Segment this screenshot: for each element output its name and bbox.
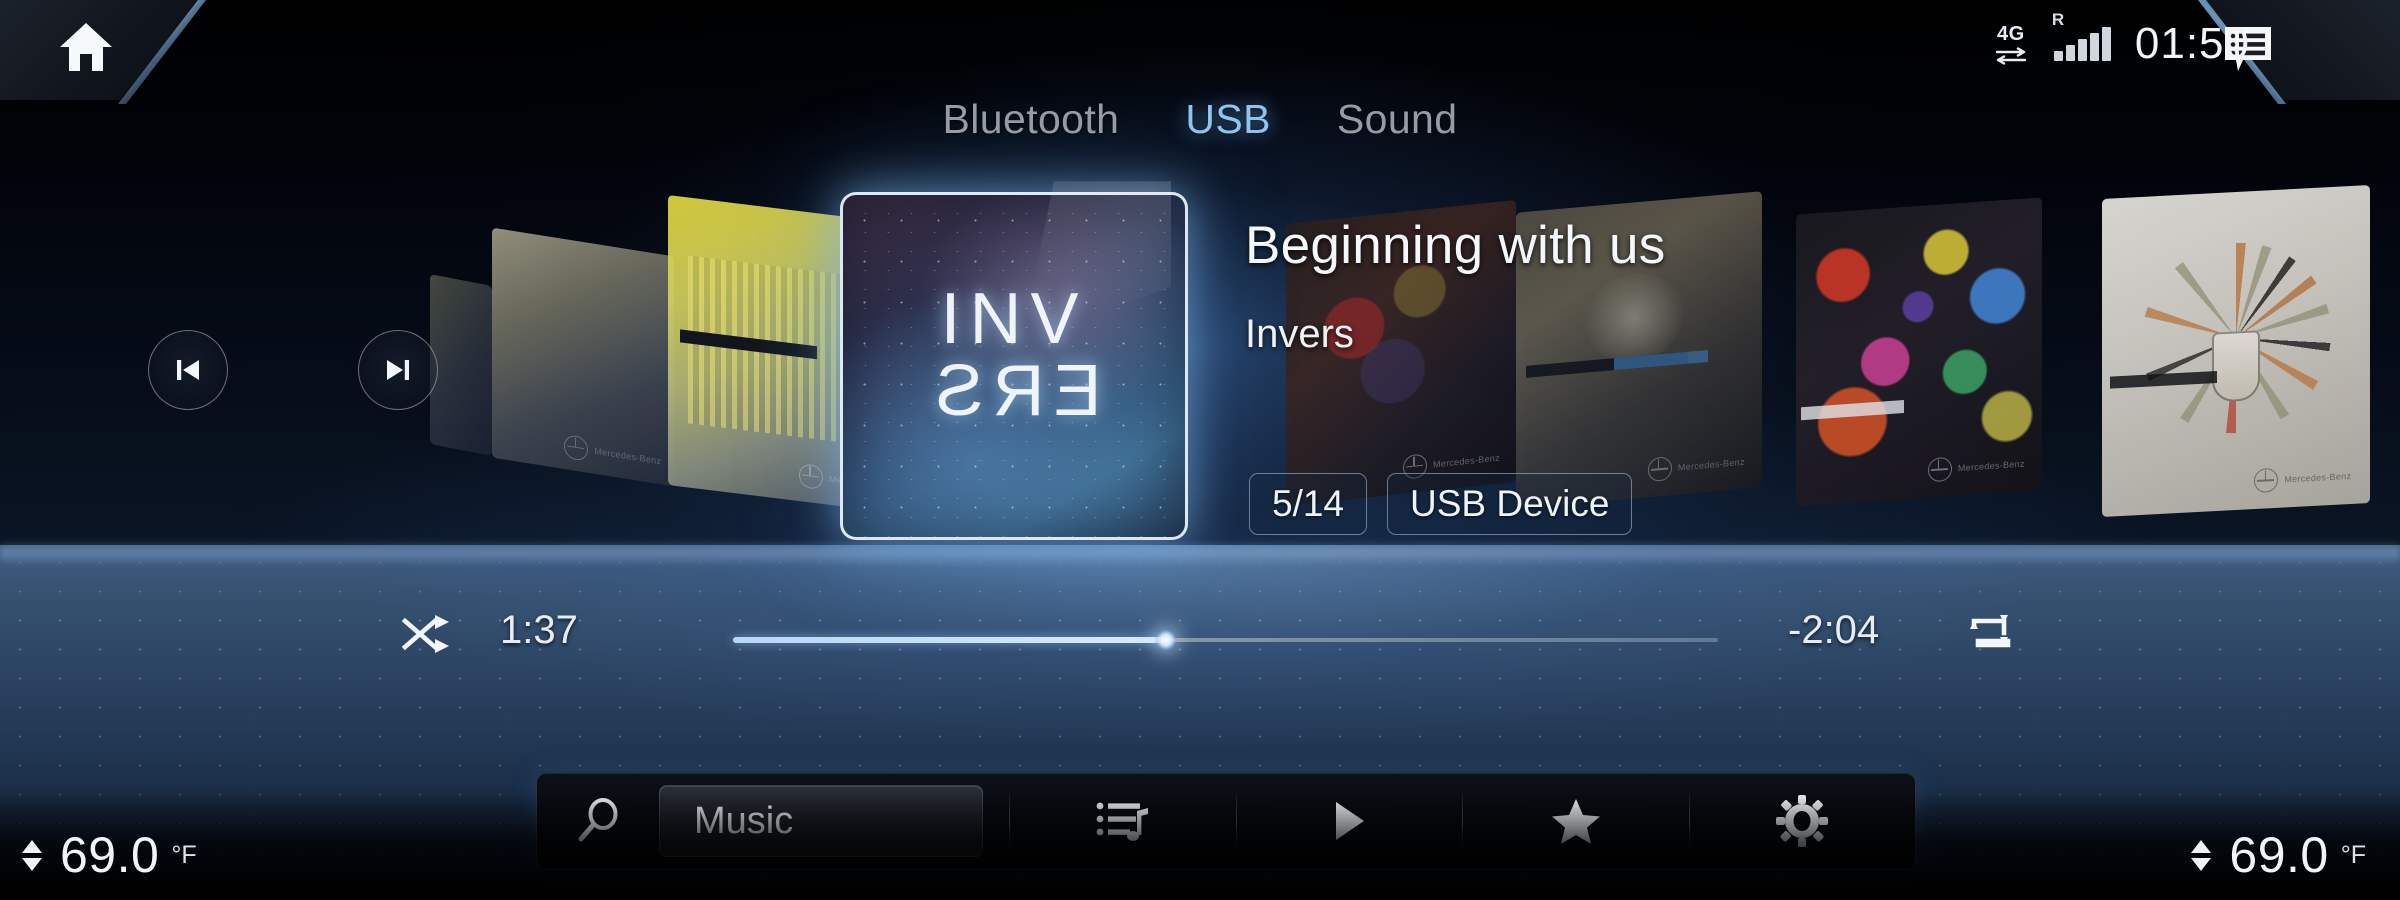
driver-temperature-control[interactable]: 69.0 °F [22,826,197,884]
passenger-temp-value: 69.0 [2229,827,2329,883]
home-button[interactable] [52,16,120,78]
track-meta-badges: 5/14 USB Device [1249,473,1633,535]
coverflow-thumb[interactable] [430,273,492,457]
driver-temp-stepper[interactable] [22,839,42,871]
track-artist: Invers [1245,312,1354,356]
next-track-button[interactable] [358,330,438,410]
track-position-badge[interactable]: 5/14 [1249,473,1368,535]
remaining-time: -2:04 [1788,608,1880,652]
tab-bluetooth[interactable]: Bluetooth [943,96,1120,143]
repeat-icon [1970,615,2011,648]
source-badge[interactable]: USB Device [1387,473,1633,535]
tab-sound[interactable]: Sound [1337,96,1458,143]
passenger-temp-unit: °F [2340,840,2366,869]
passenger-temperature-control[interactable]: 69.0 °F [2191,826,2366,884]
roaming-label: R [2051,10,2065,29]
album-art[interactable]: INV ERS [840,181,1188,540]
previous-track-button[interactable] [148,330,228,410]
chevron-up-icon[interactable] [2191,839,2212,853]
tab-usb[interactable]: USB [1185,96,1271,143]
coverflow-thumb[interactable]: Mercedes-Benz [1796,197,2042,507]
source-tabs: Bluetooth USB Sound [0,96,2400,143]
infotainment-screen: Mercedes-Benz Mercedes-Benz Mercedes-Ben… [0,0,2400,900]
skip-next-icon [387,360,409,380]
chevron-down-icon[interactable] [2191,857,2212,871]
chevron-down-icon[interactable] [22,857,42,871]
mercedes-logo: Mercedes-Benz [564,433,661,473]
bottom-fade [0,790,2400,900]
progress-slider[interactable] [733,629,1718,651]
clock: 01:50 [2134,19,2250,68]
album-art-line2: ERS [926,351,1102,431]
skip-previous-icon [177,360,199,380]
shuffle-button[interactable] [396,608,458,660]
album-art-line1: INV [940,279,1088,359]
driver-temp-value: 69.0 [60,827,160,883]
chevron-up-icon[interactable] [22,839,42,853]
mercedes-logo: Mercedes-Benz [2254,464,2351,494]
shuffle-icon [401,615,449,653]
coverflow-thumb[interactable]: Mercedes-Benz [492,227,674,487]
driver-temp-unit: °F [171,840,197,869]
repeat-button[interactable] [1960,606,2022,660]
home-icon [60,23,112,71]
track-title: Beginning with us [1245,216,1666,275]
passenger-temp-stepper[interactable] [2191,839,2212,871]
coverflow-carousel[interactable]: Mercedes-Benz Mercedes-Benz Mercedes-Ben… [0,184,2400,560]
coverflow-thumb[interactable]: Mercedes-Benz [2102,184,2370,518]
progress-fill [733,637,1167,643]
elapsed-time: 1:37 [500,608,578,652]
status-bar: 4G R 01:50 [1700,0,2400,88]
data-transfer-icon [1995,46,2027,65]
signal-indicator: R [2052,11,2111,61]
network-label: 4G [1997,22,2025,45]
network-indicator: 4G [1994,24,2028,65]
mercedes-logo: Mercedes-Benz [1647,450,1745,483]
